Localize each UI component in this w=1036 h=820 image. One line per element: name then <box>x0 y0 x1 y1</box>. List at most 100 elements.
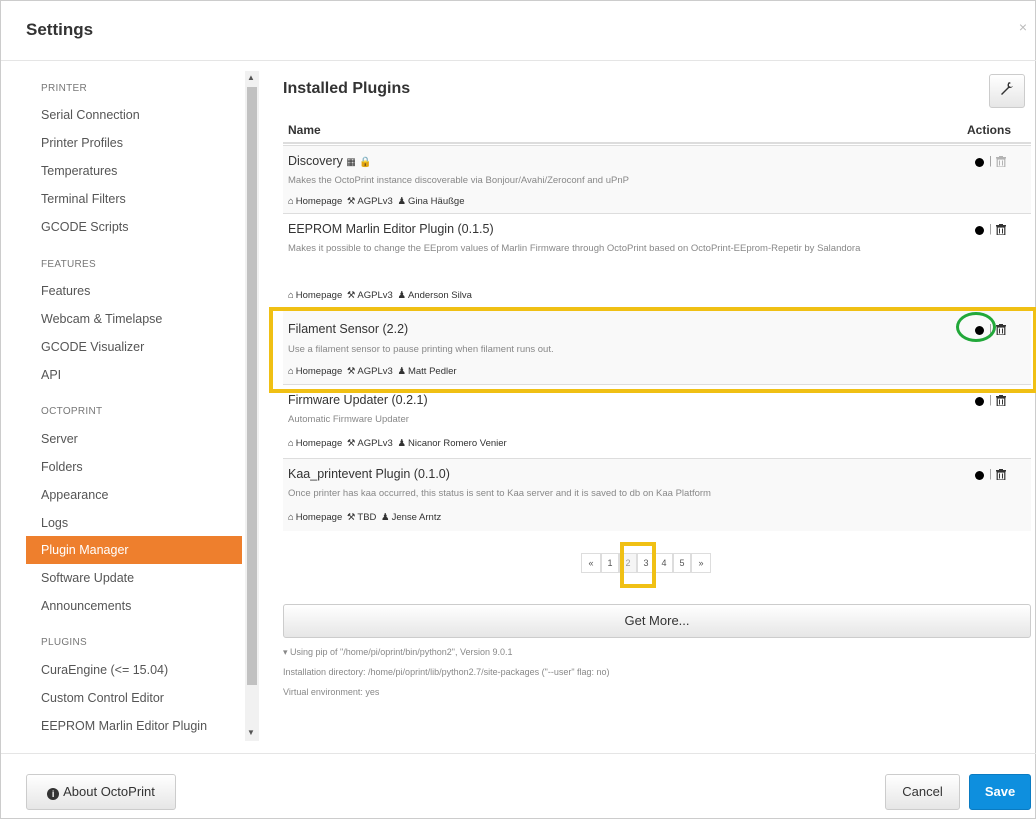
sidebar-item-folders[interactable]: Folders <box>26 453 242 481</box>
venv-info: Virtual environment: yes <box>283 687 380 697</box>
install-dir-info: Installation directory: /home/pi/oprint/… <box>283 667 610 677</box>
sidebar-item-webcam-timelapse[interactable]: Webcam & Timelapse <box>26 305 242 333</box>
save-button[interactable]: Save <box>969 774 1031 810</box>
sidebar-item-software-update[interactable]: Software Update <box>26 564 242 592</box>
plugin-table-header: Name Actions <box>283 119 1031 144</box>
toggle-dot-icon[interactable] <box>975 397 984 406</box>
plugin-meta: ⌂ Homepage ⚒ AGPLv3 ♟ Nicanor Romero Venier <box>288 438 509 449</box>
toggle-dot-icon[interactable] <box>975 471 984 480</box>
gavel-icon: ⚒ <box>346 290 356 301</box>
plugin-meta: ⌂ Homepage ⚒ AGPLv3 ♟ Gina Häußge <box>288 196 466 207</box>
sidebar-item-terminal-filters[interactable]: Terminal Filters <box>26 185 242 213</box>
plugin-settings-button[interactable] <box>989 74 1025 108</box>
close-icon[interactable]: × <box>1019 19 1027 35</box>
page-5[interactable]: 5 <box>673 553 691 573</box>
scrollbar-thumb[interactable] <box>247 87 257 685</box>
home-icon: ⌂ <box>288 290 294 301</box>
cancel-button[interactable]: Cancel <box>885 774 960 810</box>
highlight-box-filament-row <box>269 307 1036 393</box>
sidebar-item-custom-control-editor[interactable]: Custom Control Editor <box>26 684 242 712</box>
page-1[interactable]: 1 <box>601 553 619 573</box>
sidebar-item-logs[interactable]: Logs <box>26 509 242 537</box>
plugin-row-firmware-updater: Firmware Updater (0.2.1) Automatic Firmw… <box>283 384 1031 458</box>
toggle-dot-icon[interactable] <box>975 158 984 167</box>
trash-icon[interactable] <box>996 224 1006 235</box>
info-icon: i <box>47 788 60 800</box>
home-icon: ⌂ <box>288 196 294 207</box>
dialog-title: Settings <box>26 20 94 39</box>
plugin-name: Firmware Updater (0.2.1) <box>288 393 428 407</box>
license-text: TBD <box>357 512 377 523</box>
grid-icon: ▦ <box>346 157 356 168</box>
trash-icon[interactable] <box>996 469 1006 480</box>
sidebar-item-temperatures[interactable]: Temperatures <box>26 157 242 185</box>
scroll-down-icon[interactable]: ▼ <box>247 728 255 737</box>
action-separator: | <box>989 155 992 167</box>
sidebar-item-appearance[interactable]: Appearance <box>26 481 242 509</box>
section-printer: PRINTER <box>41 83 87 94</box>
section-plugins: PLUGINS <box>41 637 88 648</box>
dialog-header: Settings × <box>1 1 1036 61</box>
scroll-up-icon[interactable]: ▲ <box>247 73 255 82</box>
author-text: Gina Häußge <box>407 196 465 207</box>
sidebar-item-server[interactable]: Server <box>26 425 242 453</box>
sidebar-scrollbar[interactable]: ▲ ▼ <box>245 71 259 741</box>
about-octoprint-button[interactable]: i About OctoPrint <box>26 774 176 810</box>
page-prev[interactable]: « <box>581 553 601 573</box>
section-octoprint: OCTOPRINT <box>41 406 103 417</box>
settings-dialog: Settings × PRINTER Serial Connection Pri… <box>0 0 1036 819</box>
author-text: Jense Arntz <box>391 512 442 523</box>
page-next[interactable]: » <box>691 553 711 573</box>
home-icon: ⌂ <box>288 512 294 523</box>
user-icon: ♟ <box>397 196 406 207</box>
homepage-link[interactable]: Homepage <box>296 512 342 523</box>
trash-icon[interactable] <box>996 156 1006 167</box>
homepage-link[interactable]: Homepage <box>296 196 342 207</box>
plugin-row-discovery: Discovery ▦ 🔒 Makes the OctoPrint instan… <box>283 145 1031 213</box>
action-separator: | <box>989 223 992 235</box>
action-separator: | <box>989 468 992 480</box>
sidebar-item-api[interactable]: API <box>26 361 242 389</box>
plugin-name: Kaa_printevent Plugin (0.1.0) <box>288 467 450 481</box>
toggle-dot-icon[interactable] <box>975 226 984 235</box>
plugin-description: Automatic Firmware Updater <box>288 414 409 425</box>
license-text: AGPLv3 <box>357 438 393 449</box>
license-text: AGPLv3 <box>357 290 393 301</box>
plugin-name: Discovery ▦ 🔒 <box>288 154 372 168</box>
homepage-link[interactable]: Homepage <box>296 290 342 301</box>
sidebar-item-serial-connection[interactable]: Serial Connection <box>26 101 242 129</box>
sidebar-item-eeprom-marlin-editor[interactable]: EEPROM Marlin Editor Plugin <box>26 712 242 740</box>
page-title: Installed Plugins <box>283 80 411 97</box>
sidebar-item-features[interactable]: Features <box>26 277 242 305</box>
home-icon: ⌂ <box>288 438 294 449</box>
plugin-row-eeprom: EEPROM Marlin Editor Plugin (0.1.5) Make… <box>283 213 1031 307</box>
sidebar-item-announcements[interactable]: Announcements <box>26 592 242 620</box>
pip-info[interactable]: ▾ Using pip of "/home/pi/oprint/bin/pyth… <box>283 647 513 658</box>
sidebar-item-printer-profiles[interactable]: Printer Profiles <box>26 129 242 157</box>
sidebar-item-plugin-manager[interactable]: Plugin Manager <box>26 536 242 564</box>
user-icon: ♟ <box>397 438 406 449</box>
license-text: AGPLv3 <box>357 196 393 207</box>
gavel-icon: ⚒ <box>346 512 356 523</box>
sidebar-item-gcode-visualizer[interactable]: GCODE Visualizer <box>26 333 242 361</box>
author-text: Anderson Silva <box>407 290 472 301</box>
page-4[interactable]: 4 <box>655 553 673 573</box>
column-actions: Actions <box>966 123 1011 137</box>
highlight-box-page-2 <box>620 542 656 588</box>
column-name: Name <box>288 123 321 137</box>
settings-sidebar: PRINTER Serial Connection Printer Profil… <box>26 71 242 741</box>
lock-icon: 🔒 <box>359 157 372 168</box>
trash-icon[interactable] <box>996 395 1006 406</box>
get-more-button[interactable]: Get More... <box>283 604 1031 638</box>
plugin-description: Makes it possible to change the EEprom v… <box>288 243 861 254</box>
plugin-description: Once printer has kaa occurred, this stat… <box>288 488 711 499</box>
highlight-circle-toggle <box>956 312 996 342</box>
plugin-row-kaa-printevent: Kaa_printevent Plugin (0.1.0) Once print… <box>283 458 1031 531</box>
homepage-link[interactable]: Homepage <box>296 438 342 449</box>
sidebar-item-gcode-scripts[interactable]: GCODE Scripts <box>26 213 242 241</box>
plugin-name: EEPROM Marlin Editor Plugin (0.1.5) <box>288 222 494 236</box>
author-text: Nicanor Romero Venier <box>407 438 507 449</box>
sidebar-item-curaengine[interactable]: CuraEngine (<= 15.04) <box>26 656 242 684</box>
gavel-icon: ⚒ <box>346 438 356 449</box>
section-features: FEATURES <box>41 259 96 270</box>
